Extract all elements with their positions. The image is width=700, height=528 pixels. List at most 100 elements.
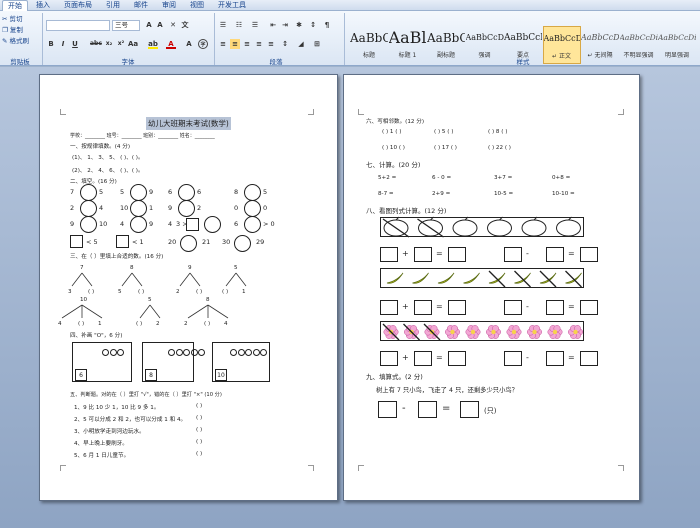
split-part: 4 (58, 321, 62, 327)
tab-review[interactable]: 审阅 (158, 0, 180, 11)
tab-page-layout[interactable]: 页面布局 (60, 0, 96, 11)
font-name-combo[interactable] (46, 20, 110, 31)
tab-home[interactable]: 开始 (2, 0, 28, 11)
italic-icon[interactable]: I (58, 39, 68, 49)
clear-format-icon[interactable]: ✕ (168, 20, 178, 30)
align-center-icon[interactable]: ≡ (230, 39, 240, 49)
answer-box[interactable] (418, 401, 437, 418)
answer-box[interactable] (186, 218, 199, 231)
change-case-icon[interactable]: Aa (128, 39, 138, 49)
sort-icon[interactable]: ↕ (308, 20, 318, 30)
answer-box[interactable] (580, 247, 598, 262)
neighbor-5: ( ) 17 ( ) (434, 145, 457, 151)
grow-font-icon[interactable]: A (144, 20, 154, 30)
compare-circle[interactable] (204, 216, 221, 233)
tab-view[interactable]: 视图 (186, 0, 208, 11)
font-group-label: 字体 (121, 58, 135, 66)
separator (42, 13, 43, 65)
answer-box[interactable] (448, 247, 466, 262)
judge-answer[interactable]: ( ) (196, 427, 202, 433)
answer-box[interactable] (546, 247, 564, 262)
compare-circle[interactable] (180, 235, 197, 252)
compare-circle[interactable] (244, 184, 261, 201)
multilevel-list-icon[interactable]: ☰ (250, 20, 260, 30)
font-color-icon[interactable]: A (166, 39, 176, 49)
answer-box[interactable] (70, 235, 83, 248)
drawn-circle (260, 349, 267, 356)
compare-left-number: 4 (120, 220, 125, 228)
compare-circle[interactable] (80, 200, 97, 217)
judge-answer[interactable]: ( ) (196, 451, 202, 457)
cut-button[interactable]: ✂ 剪切 (2, 15, 23, 24)
strikethrough-icon[interactable]: abc (90, 39, 102, 49)
compare-circle[interactable] (130, 216, 147, 233)
decrease-indent-icon[interactable]: ⇤ (268, 20, 278, 30)
split-line (225, 272, 237, 287)
compare-circle[interactable] (80, 216, 97, 233)
tab-insert[interactable]: 插入 (32, 0, 54, 11)
answer-box[interactable] (448, 351, 466, 366)
compare-circle[interactable] (178, 184, 195, 201)
answer-box[interactable] (546, 300, 564, 315)
judge-answer[interactable]: ( ) (196, 403, 202, 409)
tab-references[interactable]: 引用 (102, 0, 124, 11)
answer-box[interactable] (380, 247, 398, 262)
styles-group-label: 样式 (516, 58, 530, 66)
operator: - (526, 249, 529, 258)
answer-box[interactable] (448, 300, 466, 315)
answer-box[interactable] (580, 351, 598, 366)
distribute-icon[interactable]: ≡ (266, 39, 276, 49)
underline-icon[interactable]: U (70, 39, 80, 49)
tab-mailings[interactable]: 邮件 (130, 0, 152, 11)
compare-circle[interactable] (130, 184, 147, 201)
answer-box[interactable] (380, 351, 398, 366)
pinyin-icon[interactable]: 文 (180, 20, 190, 30)
answer-box[interactable] (460, 401, 479, 418)
compare-right-number: > 0 (263, 220, 275, 228)
align-right-icon[interactable]: ≡ (242, 39, 252, 49)
shading-icon[interactable]: ◢ (296, 39, 306, 49)
highlight-icon[interactable]: ab (148, 39, 158, 49)
answer-box[interactable] (504, 247, 522, 262)
answer-box[interactable] (380, 300, 398, 315)
compare-circle[interactable] (130, 200, 147, 217)
line-spacing-icon[interactable]: ↕ (280, 39, 290, 49)
tab-developer[interactable]: 开发工具 (214, 0, 250, 11)
exam-title: 幼儿大班期末考试(数学) (146, 117, 231, 130)
compare-circle[interactable] (234, 235, 251, 252)
increase-indent-icon[interactable]: ⇥ (280, 20, 290, 30)
justify-icon[interactable]: ≡ (254, 39, 264, 49)
judge-answer[interactable]: ( ) (196, 415, 202, 421)
bold-icon[interactable]: B (46, 39, 56, 49)
answer-box[interactable] (414, 300, 432, 315)
answer-box[interactable] (504, 300, 522, 315)
apple-icon (452, 219, 478, 237)
show-marks-icon[interactable]: ¶ (322, 20, 332, 30)
char-shading-icon[interactable]: A (184, 39, 194, 49)
compare-circle[interactable] (178, 200, 195, 217)
answer-box[interactable] (580, 300, 598, 315)
superscript-icon[interactable]: x² (116, 39, 126, 49)
font-size-combo[interactable]: 三号 (112, 20, 140, 31)
shrink-font-icon[interactable]: A (155, 20, 165, 30)
align-left-icon[interactable]: ≡ (218, 39, 228, 49)
compare-circle[interactable] (244, 216, 261, 233)
answer-box[interactable] (414, 351, 432, 366)
crop-mark (618, 465, 624, 471)
compare-circle[interactable] (80, 184, 97, 201)
subscript-icon[interactable]: x₂ (104, 39, 114, 49)
compare-circle[interactable] (244, 200, 261, 217)
chinese-layout-icon[interactable]: ✱ (294, 20, 304, 30)
enclose-char-icon[interactable]: 字 (198, 39, 208, 49)
answer-box[interactable] (504, 351, 522, 366)
numbering-icon[interactable]: ☷ (234, 20, 244, 30)
copy-button[interactable]: ❐ 复制 (2, 26, 23, 35)
answer-box[interactable] (116, 235, 129, 248)
borders-icon[interactable]: ⊞ (312, 39, 322, 49)
answer-box[interactable] (378, 401, 397, 418)
judge-answer[interactable]: ( ) (196, 439, 202, 445)
answer-box[interactable] (414, 247, 432, 262)
format-painter-button[interactable]: ✎ 格式刷 (2, 37, 29, 46)
bullets-icon[interactable]: ☰ (218, 20, 228, 30)
answer-box[interactable] (546, 351, 564, 366)
